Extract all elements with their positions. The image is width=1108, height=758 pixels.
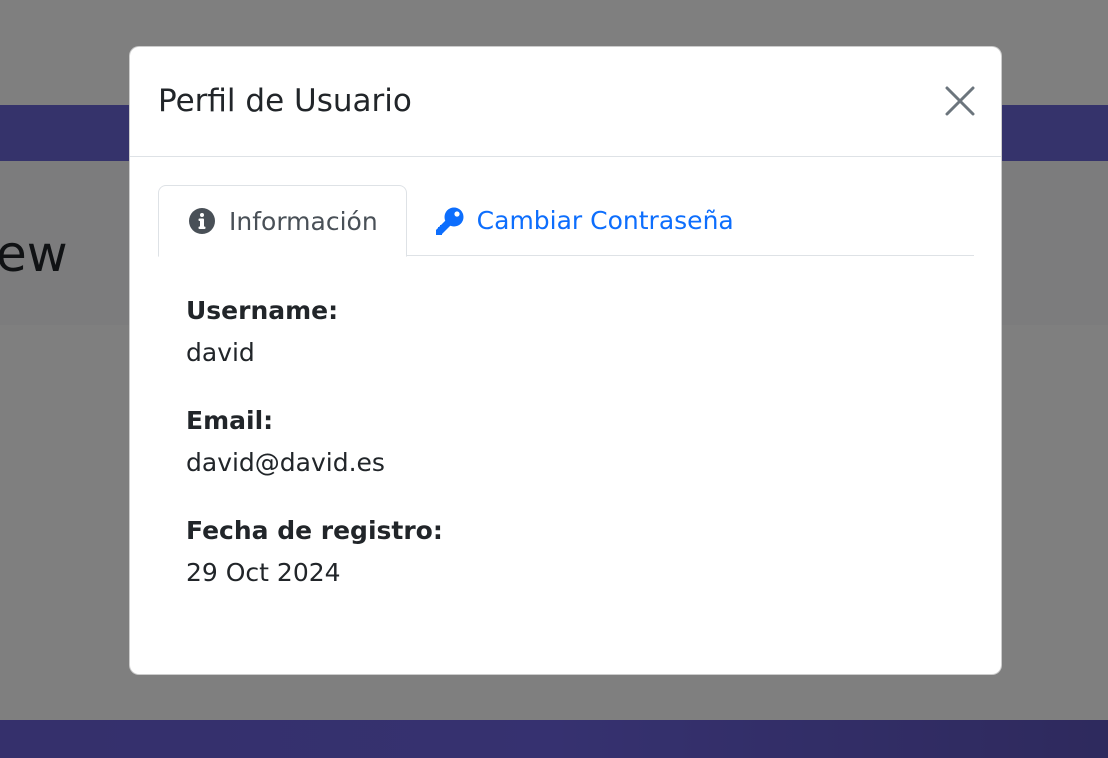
tab-informacion[interactable]: Información [158,185,407,257]
user-info-panel: Username: david Email: david@david.es Fe… [158,256,973,594]
tab-cambiar-contrasena-label: Cambiar Contraseña [476,206,734,235]
email-label: Email: [186,406,274,435]
email-field: Email: david@david.es [186,400,945,484]
modal-title: Perfil de Usuario [158,83,412,119]
tab-informacion-label: Información [229,206,378,236]
modal-header: Perfil de Usuario [130,47,1001,157]
email-value: david@david.es [186,448,385,477]
page: ew Perfil de Usuario [0,0,1108,758]
tab-cambiar-contrasena[interactable]: Cambiar Contraseña [407,185,762,256]
key-icon [435,206,465,236]
registration-date-label: Fecha de registro: [186,516,443,545]
close-button[interactable] [936,77,984,125]
profile-modal: Perfil de Usuario Información Cambiar Co… [129,46,1002,675]
username-value: david [186,338,255,367]
profile-tabs: Información Cambiar Contraseña [158,185,974,257]
registration-date-value: 29 Oct 2024 [186,558,341,587]
registration-date-field: Fecha de registro: 29 Oct 2024 [186,510,945,594]
info-circle-icon [187,206,217,236]
username-field: Username: david [186,290,945,374]
close-icon [945,86,975,116]
modal-body: Información Cambiar Contraseña Username:… [130,157,1001,648]
username-label: Username: [186,296,339,325]
